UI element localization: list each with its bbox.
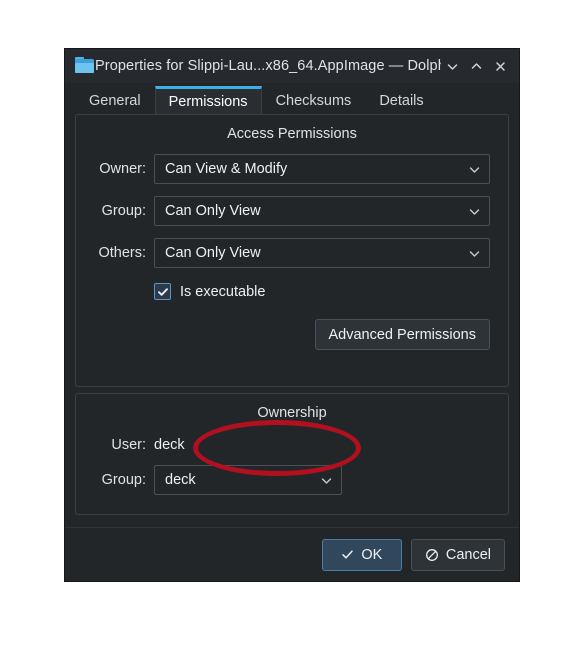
screenshot-root: Properties for Slippi-Lau...x86_64.AppIm… bbox=[0, 0, 584, 659]
others-label: Others: bbox=[98, 245, 146, 261]
cancel-icon bbox=[425, 548, 438, 561]
close-window-button[interactable] bbox=[489, 54, 511, 78]
tab-checksums[interactable]: Checksums bbox=[262, 86, 366, 115]
cancel-button-label: Cancel bbox=[445, 546, 491, 563]
chevron-down-icon bbox=[468, 205, 481, 218]
owner-row: Owner: Can View & Modify bbox=[76, 154, 508, 184]
ok-button[interactable]: OK bbox=[321, 538, 402, 571]
tab-details[interactable]: Details bbox=[365, 86, 437, 115]
checkmark-icon bbox=[157, 287, 168, 296]
ownership-group: Ownership User: deck Group: deck bbox=[75, 393, 509, 515]
is-executable-row[interactable]: Is executable bbox=[76, 283, 508, 300]
maximize-window-button[interactable] bbox=[465, 54, 487, 78]
chevron-down-icon bbox=[320, 474, 333, 487]
group-permission-select[interactable]: Can Only View bbox=[154, 196, 490, 226]
is-executable-label: Is executable bbox=[180, 283, 266, 300]
window-titlebar[interactable]: Properties for Slippi-Lau...x86_64.AppIm… bbox=[65, 49, 519, 83]
chevron-down-icon bbox=[468, 163, 481, 176]
chevron-down-icon bbox=[468, 247, 481, 260]
owner-label: Owner: bbox=[99, 161, 146, 177]
ownership-title: Ownership bbox=[257, 405, 327, 421]
group-permission-row: Group: Can Only View bbox=[76, 196, 508, 226]
checkmark-icon bbox=[342, 550, 354, 559]
ownership-group-select[interactable]: deck bbox=[154, 465, 342, 495]
folder-icon bbox=[75, 57, 95, 75]
permissions-panel: Access Permissions Owner: Can View & Mod… bbox=[65, 114, 519, 527]
ownership-group-row: Group: deck bbox=[76, 465, 508, 495]
properties-window: Properties for Slippi-Lau...x86_64.AppIm… bbox=[64, 48, 520, 582]
owner-select[interactable]: Can View & Modify bbox=[154, 154, 490, 184]
advanced-permissions-button[interactable]: Advanced Permissions bbox=[314, 319, 490, 350]
tab-general[interactable]: General bbox=[75, 86, 155, 115]
dialog-buttons: OK Cancel bbox=[65, 527, 519, 581]
user-label: User: bbox=[111, 437, 146, 453]
others-value: Can Only View bbox=[165, 245, 261, 261]
user-value: deck bbox=[154, 437, 185, 453]
tab-bar: General Permissions Checksums Details bbox=[65, 83, 519, 115]
advanced-permissions-row: Advanced Permissions bbox=[76, 319, 508, 350]
window-title: Properties for Slippi-Lau...x86_64.AppIm… bbox=[95, 58, 441, 74]
others-row: Others: Can Only View bbox=[76, 238, 508, 268]
window-controls bbox=[441, 54, 511, 78]
group-permission-value: Can Only View bbox=[165, 203, 261, 219]
access-permissions-group: Access Permissions Owner: Can View & Mod… bbox=[75, 114, 509, 387]
cancel-button[interactable]: Cancel bbox=[410, 538, 505, 571]
others-select[interactable]: Can Only View bbox=[154, 238, 490, 268]
owner-value: Can View & Modify bbox=[165, 161, 288, 177]
owner-user-row: User: deck bbox=[76, 437, 508, 453]
ownership-group-value: deck bbox=[165, 472, 196, 488]
shade-window-button[interactable] bbox=[441, 54, 463, 78]
ok-button-label: OK bbox=[361, 546, 383, 563]
is-executable-checkbox[interactable] bbox=[154, 283, 171, 300]
access-permissions-title: Access Permissions bbox=[227, 126, 357, 142]
tab-permissions[interactable]: Permissions bbox=[154, 86, 262, 115]
ownership-group-label: Group: bbox=[101, 472, 146, 488]
group-permission-label: Group: bbox=[101, 203, 146, 219]
